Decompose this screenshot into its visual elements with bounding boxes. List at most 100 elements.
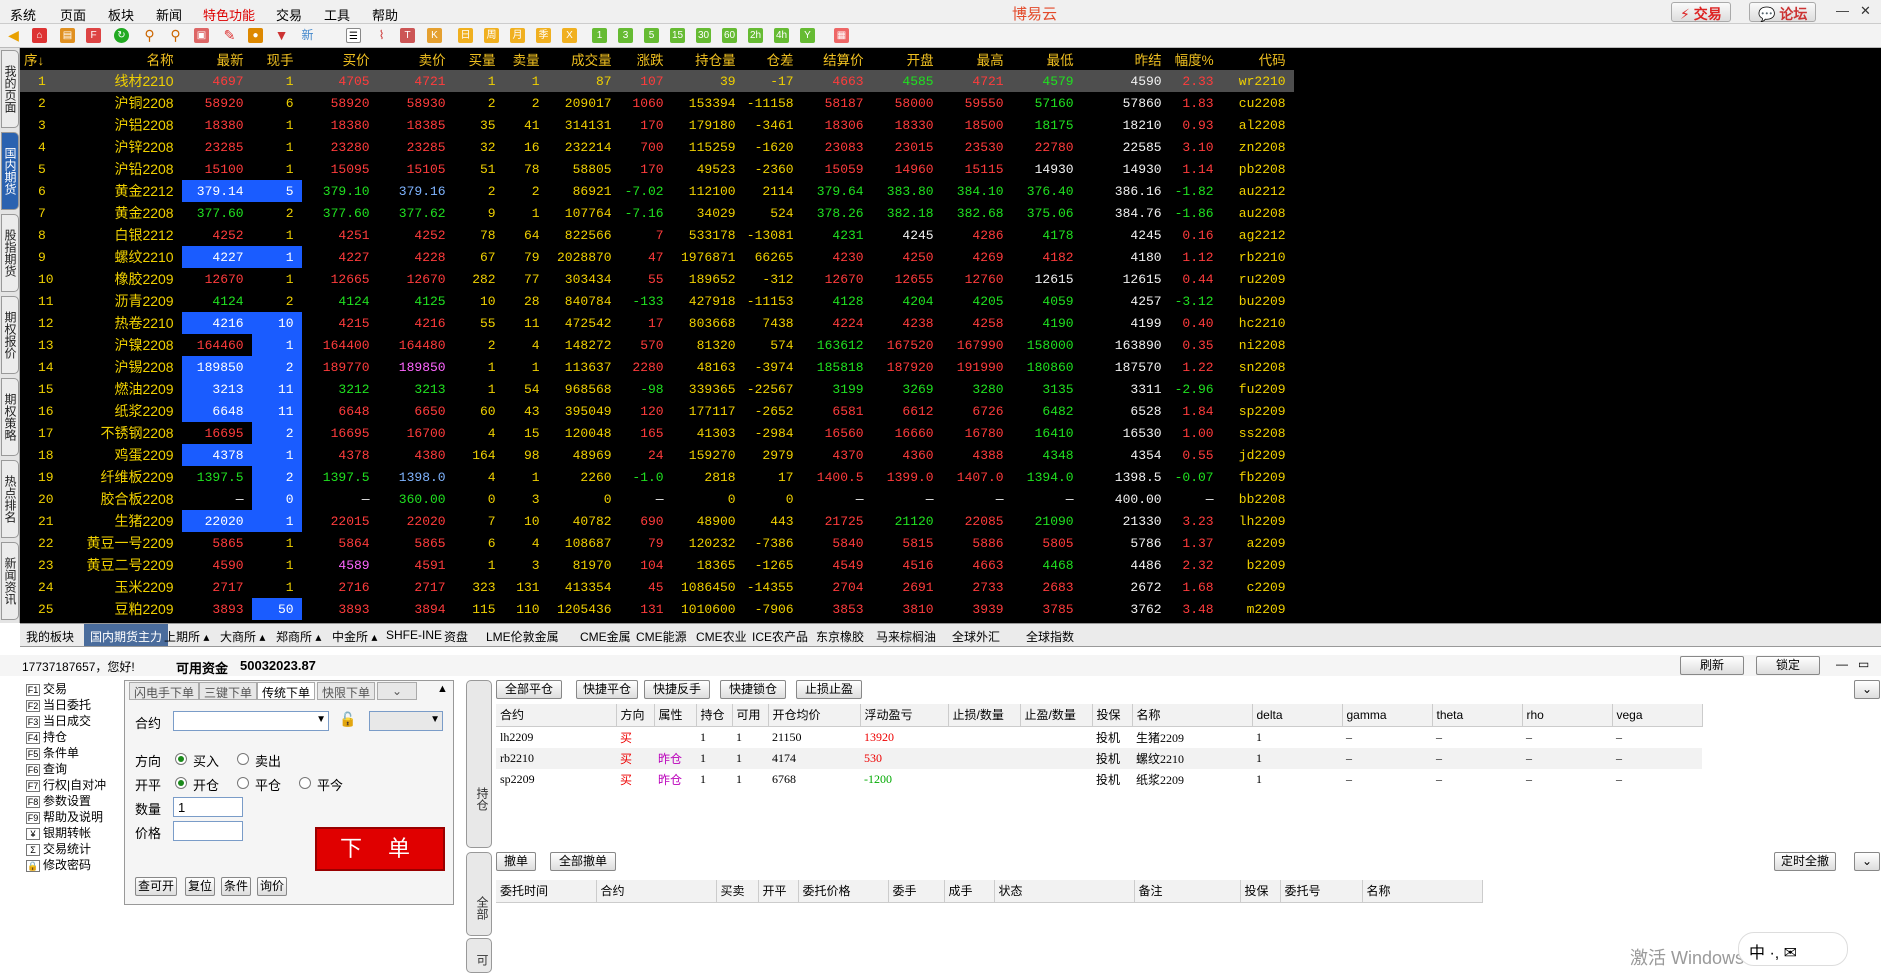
quote-row[interactable]: 15 燃油2209 3213 11 3212 3213 1 54 968568 -98 339365…: [20, 378, 1294, 400]
inquiry-button[interactable]: 询价: [257, 877, 287, 896]
account-select[interactable]: ▼: [369, 711, 443, 731]
order-col-header[interactable]: 委手: [888, 880, 945, 903]
order-action-button[interactable]: 全部撤单: [550, 852, 616, 871]
quote-row[interactable]: 12 热卷2210 4216 10 4215 4216 55 11 472542 17 803668…: [20, 312, 1294, 334]
side-tab-news[interactable]: 新闻资讯: [1, 542, 19, 620]
position-col-header[interactable]: 可用: [732, 704, 769, 727]
trade-nav-item[interactable]: F1 交易: [26, 680, 67, 697]
tick-icon[interactable]: T: [400, 28, 415, 43]
quote-row[interactable]: 25 豆粕2209 3893 50 3893 3894 115 110 1205436 131 10…: [20, 598, 1294, 620]
period-60-icon[interactable]: 60: [722, 28, 737, 43]
position-action-button[interactable]: 快捷锁仓: [720, 680, 786, 699]
refresh-icon[interactable]: ↻: [114, 28, 129, 43]
exchange-tab[interactable]: 国内期货主力: [84, 624, 169, 646]
quote-col-header[interactable]: 现手: [252, 48, 302, 70]
position-col-header[interactable]: 合约: [496, 704, 617, 727]
trade-nav-item[interactable]: F3 当日成交: [26, 712, 91, 729]
calc-icon[interactable]: ▦: [834, 28, 849, 43]
position-col-header[interactable]: gamma: [1342, 704, 1433, 727]
side-tab-option-strategy[interactable]: 期权策略: [1, 378, 19, 456]
forum-button[interactable]: 💬 论坛: [1749, 2, 1817, 22]
menu-trade[interactable]: 交易: [276, 5, 302, 24]
quote-row[interactable]: 17 不锈钢2208 16695 2 16695 16700 4 15 120048 165 413…: [20, 422, 1294, 444]
period-y-icon[interactable]: Y: [800, 28, 815, 43]
position-col-header[interactable]: 持仓: [696, 704, 733, 727]
quote-row[interactable]: 20 胶合板2208 — 0 — 360.00 0 3 0 — 0 0 — — — — 400.00 — bb220…: [20, 488, 1294, 510]
quote-row[interactable]: 9 螺纹2210 4227 1 4227 4228 67 79 2028870 47 1976871…: [20, 246, 1294, 268]
collapse-icon[interactable]: ▲: [437, 683, 448, 695]
exchange-tab[interactable]: 资盘: [444, 628, 468, 646]
open-radio[interactable]: [175, 777, 187, 789]
trade-nav-item[interactable]: ¥ 银期转帐: [26, 824, 91, 841]
quote-col-header[interactable]: 开盘: [872, 48, 942, 70]
quote-row[interactable]: 7 黄金2208 377.60 2 377.60 377.62 9 1 107764 -7.16 3…: [20, 202, 1294, 224]
order-col-header[interactable]: 委托号: [1280, 880, 1363, 903]
reset-button[interactable]: 复位: [185, 877, 215, 896]
trade-button[interactable]: ⚡ 交易: [1671, 2, 1731, 22]
position-col-header[interactable]: 止损/数量: [948, 704, 1021, 727]
position-col-header[interactable]: 属性: [654, 704, 697, 727]
menu-news[interactable]: 新闻: [156, 5, 182, 24]
query-openable-button[interactable]: 查可开: [135, 877, 177, 896]
position-row[interactable]: sp2209 买 昨仓 1 1 6768 -1200 投机 纸浆2209 1 – – – –: [496, 769, 1702, 790]
palette-icon[interactable]: ●: [248, 28, 263, 43]
side-tab-my-page[interactable]: 我的页面: [1, 50, 19, 128]
quote-col-header[interactable]: 幅度%: [1170, 48, 1222, 70]
exchange-tab[interactable]: 东京橡胶: [816, 628, 864, 646]
side-tab-index-futures[interactable]: 股指期货: [1, 214, 19, 292]
quote-col-header[interactable]: 序↓: [20, 48, 62, 70]
order-col-header[interactable]: 合约: [596, 880, 717, 903]
period-5-icon[interactable]: 5: [644, 28, 659, 43]
menu-system[interactable]: 系统: [10, 5, 36, 24]
more-button[interactable]: ⌄: [1854, 680, 1880, 699]
home-icon[interactable]: ⌂: [32, 28, 47, 43]
minimize-icon[interactable]: —: [1836, 3, 1849, 18]
new-icon[interactable]: 新: [300, 28, 315, 43]
tab-traditional-order[interactable]: 传统下单: [257, 682, 316, 700]
position-col-header[interactable]: vega: [1612, 704, 1703, 727]
exchange-tab[interactable]: ICE农产品: [752, 628, 808, 646]
period-month-icon[interactable]: 月: [510, 28, 525, 43]
quote-col-header[interactable]: 最高: [942, 48, 1012, 70]
place-order-button[interactable]: 下 单: [315, 827, 445, 871]
exchange-tab[interactable]: SHFE-INE: [386, 628, 442, 646]
position-col-header[interactable]: 浮动盈亏: [860, 704, 949, 727]
tab-three-key-order[interactable]: 三键下单: [199, 682, 258, 700]
period-day-icon[interactable]: 日: [458, 28, 473, 43]
menu-features[interactable]: 特色功能: [203, 5, 255, 24]
exchange-tab[interactable]: 全球指数: [1026, 628, 1074, 646]
position-action-button[interactable]: 全部平仓: [496, 680, 562, 699]
position-col-header[interactable]: 方向: [616, 704, 655, 727]
quote-col-header[interactable]: 最新: [182, 48, 252, 70]
closetoday-radio[interactable]: [299, 777, 311, 789]
position-row[interactable]: rb2210 买昨仓 1 1 4174 530 投机 螺纹2210 1– – – –: [496, 747, 1702, 769]
order-action-button[interactable]: 撤单: [496, 852, 536, 871]
exchange-tab[interactable]: 中金所 ▴: [332, 628, 377, 646]
tab-flash-order[interactable]: 闪电手下单: [129, 682, 200, 700]
quote-col-header[interactable]: 昨结: [1082, 48, 1170, 70]
positions-vtab[interactable]: 持仓: [466, 680, 492, 848]
quote-col-header[interactable]: 结算价: [802, 48, 872, 70]
tab-quick-limit-order[interactable]: 快限下单: [317, 682, 376, 700]
quote-col-header[interactable]: 卖价: [378, 48, 454, 70]
exchange-tab[interactable]: CME能源: [636, 628, 687, 646]
exchange-tab[interactable]: CME农业: [696, 628, 747, 646]
position-col-header[interactable]: 名称: [1132, 704, 1253, 727]
trade-nav-item[interactable]: F8 参数设置: [26, 792, 91, 809]
price-input[interactable]: [173, 821, 243, 841]
restore-panel-icon[interactable]: ▭: [1858, 657, 1869, 671]
order-col-header[interactable]: 委托价格: [798, 880, 889, 903]
quote-row[interactable]: 11 沥青2209 4124 2 4124 4125 10 28 840784 -133 42791…: [20, 290, 1294, 312]
period-30-icon[interactable]: 30: [696, 28, 711, 43]
trade-nav-item[interactable]: F6 查询: [26, 760, 67, 777]
refresh-button[interactable]: 刷新: [1680, 656, 1744, 675]
quote-row[interactable]: 3 沪铝2208 18380 1 18380 18385 35 41 314131 170 1791…: [20, 114, 1294, 136]
order-col-header[interactable]: 备注: [1134, 880, 1241, 903]
position-action-button[interactable]: 快捷反手: [644, 680, 710, 699]
quote-col-header[interactable]: 涨跌: [620, 48, 672, 70]
position-row[interactable]: lh2209 买 1 1 21150 13920 投机 生猪2209 1 – – – –: [496, 726, 1702, 748]
timed-cancel-button[interactable]: 定时全撤: [1774, 852, 1836, 871]
order-col-header[interactable]: 名称: [1362, 880, 1483, 903]
quote-row[interactable]: 8 白银2212 4252 1 4251 4252 78 64 822566 7 533178 -13…: [20, 224, 1294, 246]
quote-row[interactable]: 10 橡胶2209 12670 1 12665 12670 282 77 303434 55 189…: [20, 268, 1294, 290]
